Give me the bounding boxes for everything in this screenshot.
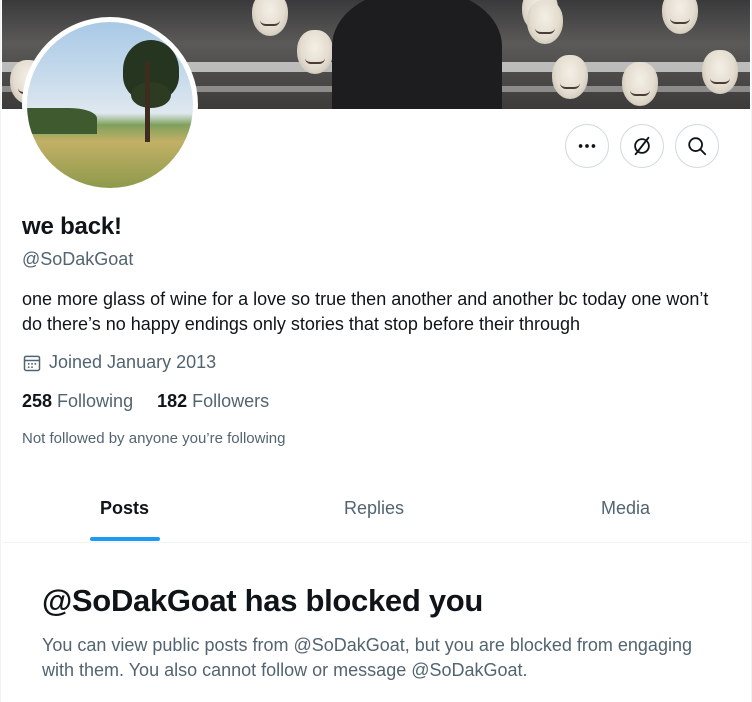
banner-mask — [552, 55, 588, 99]
profile-avatar[interactable] — [22, 17, 198, 193]
avatar-tree-trunk — [145, 62, 150, 142]
joined-date: Joined January 2013 — [22, 352, 216, 373]
calendar-icon — [23, 355, 41, 371]
not-followed-note: Not followed by anyone you’re following — [22, 430, 286, 447]
grok-slash-icon — [634, 136, 650, 156]
following-link[interactable]: 258 Following — [22, 391, 133, 412]
banner-mask — [252, 0, 288, 36]
blocked-message: You can view public posts from @SoDakGoa… — [42, 635, 692, 680]
blocked-title: @SoDakGoat has blocked you — [42, 583, 484, 618]
followers-label: Followers — [192, 391, 270, 411]
more-dots-icon — [578, 144, 596, 148]
grok-button[interactable] — [620, 124, 664, 168]
user-handle: @SoDakGoat — [22, 249, 134, 269]
followers-count: 182 — [157, 391, 188, 411]
banner-mask — [662, 0, 698, 34]
avatar-tree-lower-crown — [131, 82, 171, 108]
tab-media[interactable]: Media — [501, 475, 750, 542]
search-icon — [688, 137, 707, 156]
followers-link[interactable]: 182 Followers — [157, 391, 269, 412]
following-count: 258 — [22, 391, 53, 411]
avatar-treeline — [27, 108, 97, 134]
following-label: Following — [57, 391, 134, 411]
avatar-image — [27, 22, 193, 188]
active-tab-indicator — [89, 537, 160, 541]
tab-label: Posts — [99, 498, 150, 518]
tab-label: Replies — [343, 498, 405, 518]
more-button[interactable] — [565, 124, 609, 168]
banner-mask — [527, 0, 563, 44]
banner-cloaked-figure — [332, 0, 502, 109]
follow-stats: 258 Following 182 Followers — [22, 391, 269, 412]
tab-posts[interactable]: Posts — [2, 475, 247, 542]
search-button[interactable] — [675, 124, 719, 168]
profile-bio: one more glass of wine for a love so tru… — [22, 289, 709, 334]
profile-tabs: Posts Replies Media — [2, 475, 750, 543]
tab-replies[interactable]: Replies — [247, 475, 501, 542]
display-name: we back! — [22, 213, 122, 240]
banner-mask — [622, 62, 658, 106]
banner-mask — [297, 30, 333, 74]
banner-mask — [702, 50, 738, 94]
tab-label: Media — [600, 498, 651, 518]
joined-label: Joined January 2013 — [49, 352, 217, 372]
